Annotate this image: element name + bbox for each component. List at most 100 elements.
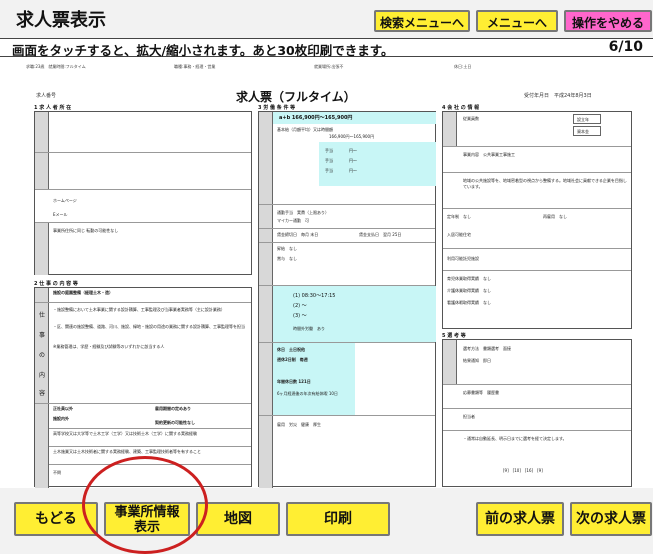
page-title: 求人票表示 xyxy=(16,10,106,31)
selection-docs: 応募書類等 履歴書 xyxy=(463,390,499,395)
business-text: 事業内容 公共事業工事施工 xyxy=(463,152,515,157)
childcare-leave: 育児休業取得実績 なし xyxy=(447,276,491,281)
raise-text: 昇給 なし xyxy=(277,246,297,251)
capital-label: 資本金 xyxy=(577,129,589,134)
map-button[interactable]: 地図 xyxy=(196,502,280,536)
next-job-button[interactable]: 次の求人票 xyxy=(570,502,652,536)
experience-text: 高等学校又は大学等で土木工学（工学）又は技術士木（工学）に関する実務経験 xyxy=(53,431,197,436)
vchar-4: 内 xyxy=(39,372,46,379)
label-holiday xyxy=(259,343,273,415)
job-number-label: 求人番号 xyxy=(36,93,57,99)
job-document[interactable]: 求職:23歳 就業時間:フルタイム 職種:事務・経理・営業 就業場所:出張不 休… xyxy=(14,58,636,488)
print-button[interactable]: 印刷 xyxy=(286,502,390,536)
workplace-text: 事業所住所に同じ 転勤の可能性なし xyxy=(53,228,119,233)
section-3-label: 3 労 働 条 件 等 xyxy=(258,105,296,111)
feature-text: 地域の公共施設等を、地域密着型の視点から整備する。地域社会に貢献できる企業を目指… xyxy=(463,178,627,189)
hours-2: (2) 〜 xyxy=(293,303,307,309)
hours-box: (1) 08:30〜17:15 (2) 〜 (3) 〜 時間外労働 あり xyxy=(273,286,436,342)
section-5-label: 5 選 考 等 xyxy=(442,333,466,339)
menu-button[interactable]: メニューへ xyxy=(476,10,558,32)
vchar-1: 仕 xyxy=(39,312,46,319)
salary-day: 賃金締切日 毎月 末日 xyxy=(277,232,319,237)
retirement-text: 定年制 なし xyxy=(447,214,471,219)
rehire-text: 再雇用 なし xyxy=(543,214,567,219)
section-company-info: 従業員数 設立年 資本金 事業内容 公共事業工事施工 地域の公共施設等を、地域密… xyxy=(442,111,632,329)
notes-text: ・通常は自動延長、明示日までに選考を経て決定します。 xyxy=(463,436,567,441)
document-header-strip: 求職:23歳 就業時間:フルタイム 職種:事務・経理・営業 就業場所:出張不 休… xyxy=(14,58,636,82)
head-item-3: 就業場所:出張不 xyxy=(314,64,344,69)
label-company-name xyxy=(35,112,49,152)
employment-type: 正社員以外 xyxy=(53,406,73,411)
received-date: 受付年月日 平成24年8月3日 xyxy=(524,93,592,99)
renew-text: 契約更新の可能性なし xyxy=(155,420,195,425)
holiday-text: 休日 土日祝他 xyxy=(277,347,305,352)
info-bar: 画面をタッチすると、拡大/縮小されます。あと30枚印刷できます。 6/10 xyxy=(0,38,653,58)
insurance-text: 雇用 労災 健康 厚生 xyxy=(277,422,321,427)
highlight-circle xyxy=(82,456,208,554)
label-wage xyxy=(259,112,273,204)
header-bar: 求人票表示 検索メニューへ メニューへ 操作をやめる xyxy=(0,0,653,38)
age-value: 不問 xyxy=(53,470,61,475)
vchar-5: 容 xyxy=(39,390,46,397)
label-hours xyxy=(259,286,273,342)
founding-cell: 設立年 xyxy=(573,114,601,124)
paid-leave: 6ヶ月経過後の年次有給休暇 10日 xyxy=(277,391,338,396)
label-benefits xyxy=(259,205,273,285)
label-insurance xyxy=(259,416,273,488)
email-label: Eメール xyxy=(53,212,68,217)
allowance-1: 手当 xyxy=(325,148,333,153)
holiday-box: 休日 土日祝他 週休2日制 毎週 年間休日数 121日 6ヶ月経過後の年次有給休… xyxy=(273,343,355,415)
section-1-label: 1 求 人 者 所 在 xyxy=(34,105,72,111)
label-workplace xyxy=(35,223,49,275)
allowance-box xyxy=(319,142,436,186)
label-employees xyxy=(443,112,457,146)
section-2-label: 2 仕 事 の 内 容 等 xyxy=(34,281,78,287)
bonus-text: 賞与 なし xyxy=(277,256,297,261)
dispatch-text: 施設内外 xyxy=(53,416,69,421)
head-item-4: 休日:土日 xyxy=(454,64,472,69)
quit-button[interactable]: 操作をやめる xyxy=(564,10,652,32)
notice-text: 画面をタッチすると、拡大/縮小されます。あと30枚印刷できます。 xyxy=(12,43,394,58)
allowance-3-from: 円〜 xyxy=(349,168,357,173)
commute-max: マイカー通勤 可 xyxy=(277,218,309,223)
page-counter: 6/10 xyxy=(608,39,643,55)
allowance-3: 手当 xyxy=(325,168,333,173)
nursing-leave: 看護休暇取得実績 なし xyxy=(447,300,491,305)
label-selection xyxy=(443,340,457,384)
daycare-text: 利用可能託児施設 xyxy=(447,256,479,261)
wage-highlight: a+b 166,900円〜165,900円 xyxy=(273,112,436,124)
document-title: 求人票（フルタイム） xyxy=(236,90,356,104)
employment-period: 雇用期間の定めあり xyxy=(155,406,191,411)
pay-day: 賃金支払日 翌月 25日 xyxy=(359,232,402,237)
allowance-2: 手当 xyxy=(325,158,333,163)
section-selection: 選考方法 書類選考 面接 結果通知 即日 応募書類等 履歴書 担当者 ・通常は自… xyxy=(442,339,632,487)
allowance-2-from: 円〜 xyxy=(349,158,357,163)
label-job-type xyxy=(35,288,49,302)
search-menu-button[interactable]: 検索メニューへ xyxy=(374,10,470,32)
label-address xyxy=(35,153,49,189)
welfare-text: 入居可能住宅 xyxy=(447,232,471,237)
job-type-value: 施設の庭園整備（経理土木・造） xyxy=(53,290,113,295)
capital-cell: 資本金 xyxy=(573,126,601,136)
prev-job-button[interactable]: 前の求人票 xyxy=(476,502,564,536)
head-item-1: 求職:23歳 就業時間:フルタイム xyxy=(26,64,86,69)
notes-footer: [9] [10] [16] [9] xyxy=(503,468,543,473)
weekly-text: 週休2日制 毎週 xyxy=(277,357,308,362)
selection-contact: 担当者 xyxy=(463,414,475,419)
homepage-label: ホームページ xyxy=(53,198,77,203)
label-conditions xyxy=(35,404,49,488)
vchar-2: 事 xyxy=(39,332,46,339)
hours-1: (1) 08:30〜17:15 xyxy=(293,293,336,299)
section-4-label: 4 会 社 の 情 報 xyxy=(442,105,480,111)
section-company: ホームページ Eメール 事業所住所に同じ 転勤の可能性なし xyxy=(34,111,252,275)
care-leave: 介護休業取得実績 なし xyxy=(447,288,491,293)
selection-result: 結果通知 即日 xyxy=(463,358,491,363)
head-item-2: 職種:事務・経理・営業 xyxy=(174,64,216,69)
license-text: 土木施業又は土木技術者に関する実務経験、建築、工事監理技術者等を有すること xyxy=(53,449,201,454)
vchar-3: の xyxy=(39,352,46,359)
employees-label: 従業員数 xyxy=(463,116,479,121)
base-wage-value: 166,900円〜165,900円 xyxy=(329,134,375,139)
selection-method: 選考方法 書類選考 面接 xyxy=(463,346,511,351)
job-desc-1: ・施設整備において土木事業に関する設計積算、工事監理及び当事業者実務等（主に設計… xyxy=(53,307,225,312)
overtime-text: 時間外労働 あり xyxy=(293,326,325,331)
